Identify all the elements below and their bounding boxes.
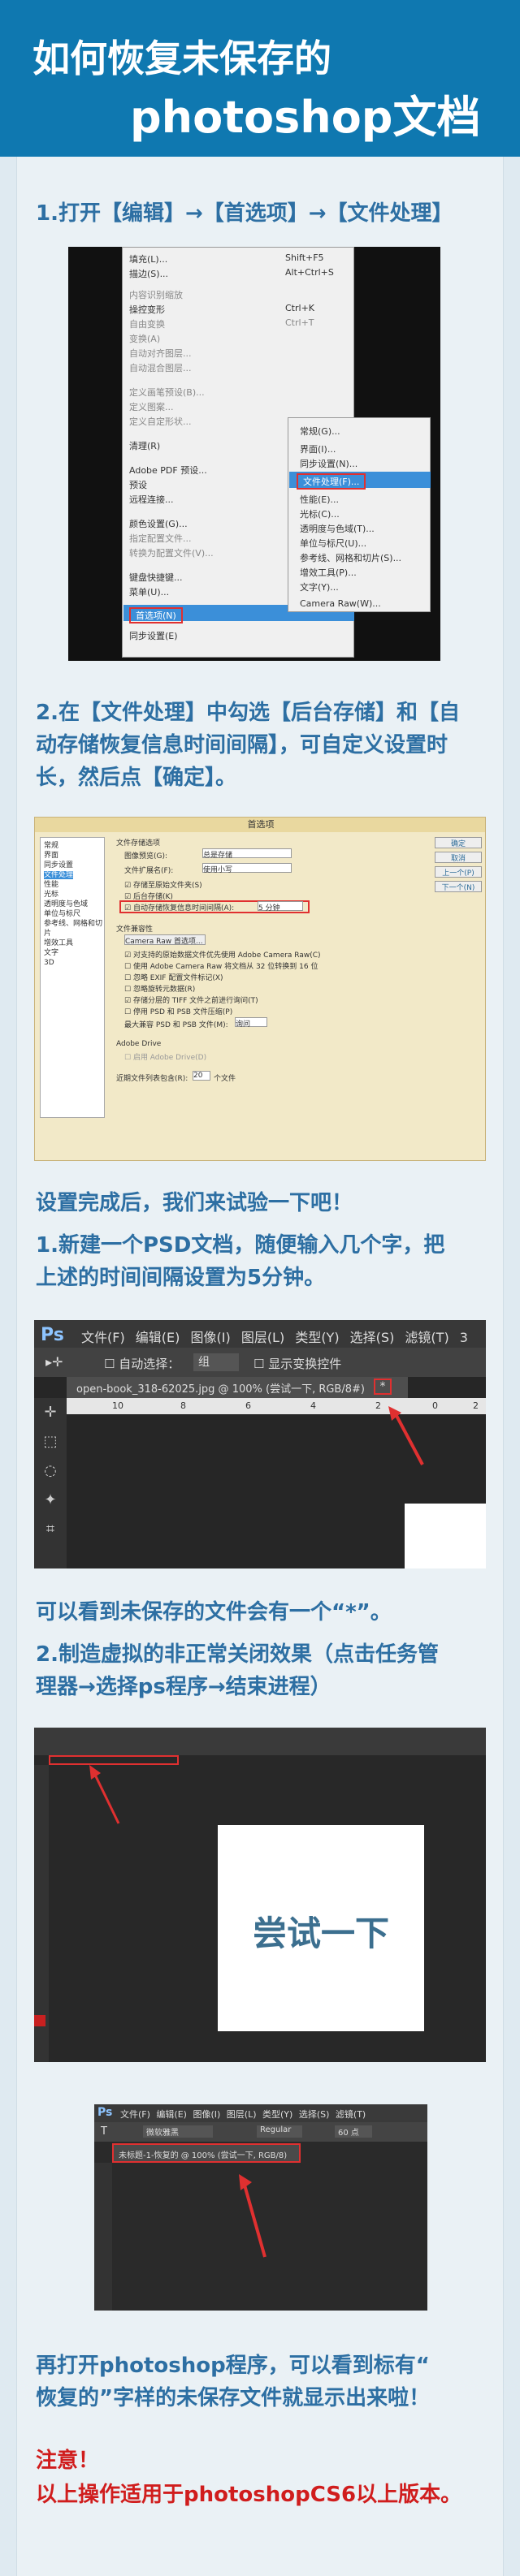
- screenshot-preferences-dialog: 首选项 常规 界面 同步设置 文件处理 性能 光标 透明度与色域 单位与标尺 参考线、网格和…: [34, 817, 486, 1161]
- style-select[interactable]: Regular: [257, 2125, 302, 2138]
- tool-panel: ✛ ⬚ ◌ ✦ ⌗: [34, 1398, 67, 1568]
- reopen-line-1: 再打开photoshop程序，可以看到标有“: [36, 2354, 430, 2378]
- doc-tab[interactable]: open-book_318-62025.jpg @ 100% (尝试一下, RG…: [67, 1377, 408, 1398]
- red-arrow: [239, 2174, 266, 2258]
- screenshot-ps-recovered: Ps 文件(F) 编辑(E) 图像(I) 图层(L) 类型(Y) 选择(S) 滤…: [94, 2104, 427, 2311]
- menu-item-preferences[interactable]: 首选项(N): [129, 607, 183, 624]
- img-preview-select[interactable]: 总是存储: [202, 848, 292, 860]
- screenshot-ps-canvas: 尝试一下: [34, 1728, 486, 2062]
- pref-category-list: 常规 界面 同步设置 文件处理 性能 光标 透明度与色域 单位与标尺 参考线、网格和切片 增…: [40, 837, 105, 1118]
- preferences-submenu: 常规(G)... 界面(I)... 同步设置(N)... 文件处理(F)... …: [288, 417, 431, 612]
- screenshot-ps-unsaved-tab: Ps 文件(F) 编辑(E) 图像(I) 图层(L) 类型(Y) 选择(S) 滤…: [34, 1320, 486, 1568]
- canvas-text: 尝试一下: [252, 1914, 389, 1953]
- new-doc-line-1: 1.新建一个PSD文档，随便输入几个字，把: [36, 1233, 445, 1258]
- asterisk-note: 可以看到未保存的文件会有一个“*”。: [36, 1600, 392, 1625]
- unsaved-asterisk: *: [374, 1379, 392, 1395]
- screenshot-edit-menu: 填充(L)... Shift+F5 描边(S)... Alt+Ctrl+S 内容…: [68, 247, 440, 661]
- auto-save-checkbox[interactable]: ☑ 自动存储恢复信息时间间隔(A):: [124, 902, 234, 913]
- interval-select[interactable]: 5 分钟: [258, 901, 303, 913]
- move-tool-icon[interactable]: ▸✛: [46, 1354, 75, 1370]
- show-transform-controls[interactable]: ☐ 显示变换控件: [254, 1355, 341, 1372]
- step-2-line-2: 动存储恢复信息时间间隔】，可自定义设置时: [36, 733, 448, 757]
- dialog-buttons: 确定 取消 上一个(P) 下一个(N): [435, 837, 482, 892]
- font-select[interactable]: 微软雅黑: [143, 2125, 213, 2138]
- step-2-line-1: 2.在【文件处理】中勾选【后台存储】和【自: [36, 701, 460, 725]
- ext-select[interactable]: 使用小写: [202, 863, 292, 874]
- crash-line-2: 理器→选择ps程序→结束进程）: [36, 1675, 332, 1699]
- red-arrow: [89, 1765, 120, 1824]
- ps-menu-bar: 文件(F) 编辑(E) 图像(I) 图层(L) 类型(Y) 选择(S) 滤镜(T…: [120, 2109, 366, 2120]
- white-canvas: 尝试一下: [218, 1825, 424, 2031]
- reopen-line-2: 恢复的”字样的未保存文件就显示出来啦！: [36, 2386, 431, 2410]
- title-banner: 如何恢复未保存的 photoshop文档: [0, 0, 520, 157]
- ok-button[interactable]: 确定: [435, 837, 482, 848]
- warning-title: 注意！: [36, 2449, 100, 2473]
- camera-raw-button[interactable]: Camera Raw 首选项...: [124, 934, 206, 946]
- recovered-tab[interactable]: 未标题-1-恢复的 @ 100% (尝试一下, RGB/8): [112, 2143, 301, 2163]
- ps-options-bar: ▸✛ ☐ 自动选择： 组 ☐ 显示变换控件: [34, 1348, 486, 1377]
- new-doc-line-2: 上述的时间间隔设置为5分钟。: [36, 1266, 326, 1290]
- canvas-corner: [405, 1504, 486, 1568]
- title-line-1: 如何恢复未保存的: [32, 37, 332, 80]
- type-options-bar: T 微软雅黑 Regular 60 点: [94, 2122, 427, 2142]
- tool-panel: [94, 2163, 112, 2311]
- cancel-button[interactable]: 取消: [435, 852, 482, 863]
- color-swatch: [34, 2015, 46, 2026]
- prev-button[interactable]: 上一个(P): [435, 866, 482, 878]
- dialog-title: 首选项: [35, 818, 485, 832]
- menu-item-file-handling[interactable]: 文件处理(F)...: [297, 473, 366, 490]
- step-1-text: 1.打开【编辑】→【首选项】→【文件处理】: [36, 201, 453, 226]
- next-button[interactable]: 下一个(N): [435, 881, 482, 892]
- warning-text: 以上操作适用于photoshopCS6以上版本。: [36, 2483, 462, 2507]
- size-select[interactable]: 60 点: [335, 2125, 372, 2138]
- title-line-2: photoshop文档: [130, 92, 481, 143]
- red-arrow: [388, 1406, 424, 1465]
- pref-file-handling-panel: 文件存储选项 图像预览(G): 总是存储 文件扩展名(F): 使用小写 ☑ 存储…: [116, 839, 321, 1083]
- auto-select-dropdown[interactable]: 组: [193, 1353, 239, 1371]
- ps-logo: Ps: [98, 2106, 113, 2119]
- type-tool-icon[interactable]: T: [101, 2125, 107, 2138]
- setup-done-text: 设置完成后，我们来试验一下吧！: [36, 1191, 353, 1215]
- ps-menu-bar: 文件(F) 编辑(E) 图像(I) 图层(L) 类型(Y) 选择(S) 滤镜(T…: [81, 1330, 468, 1345]
- ps-logo: Ps: [41, 1325, 64, 1345]
- step-2-line-3: 长，然后点【确定】。: [36, 766, 237, 790]
- crash-line-1: 2.制造虚拟的非正常关闭效果（点击任务管: [36, 1642, 439, 1667]
